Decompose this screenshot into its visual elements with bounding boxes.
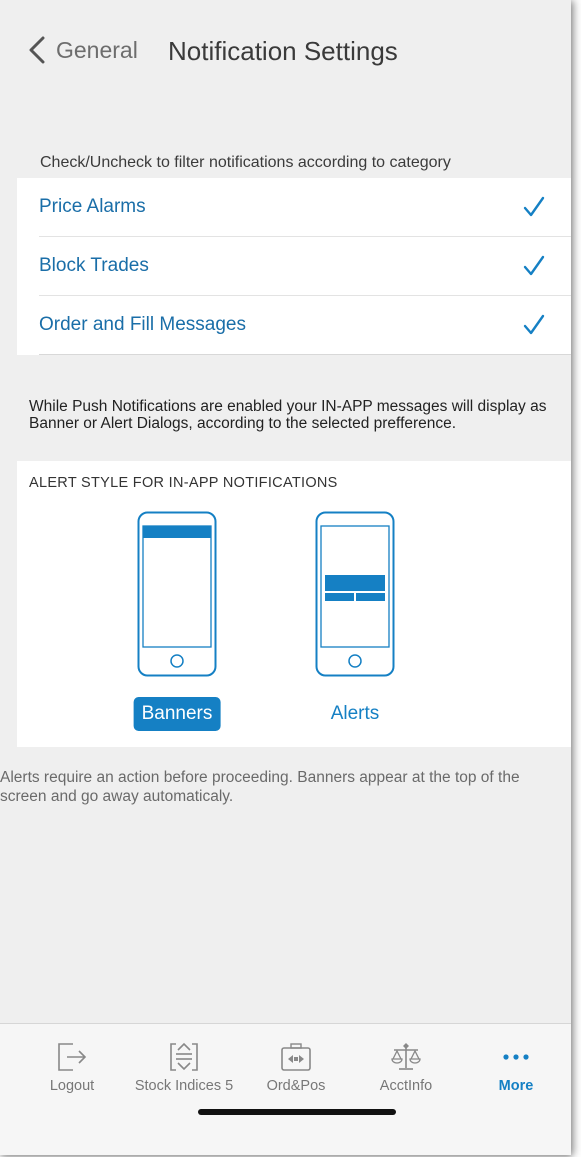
tab-label: More [498,1078,534,1094]
tab-ord-pos[interactable]: Ord&Pos [241,1024,351,1104]
category-label: Order and Fill Messages [39,314,246,335]
category-list: Price Alarms Block Trades Order and Fill… [17,178,571,355]
chevron-left-icon [29,36,45,64]
orders-positions-icon [281,1043,311,1071]
tab-bar: Logout Stock Indices 5 Ord&Pos AcctInfo … [0,1023,571,1155]
category-label: Price Alarms [39,196,146,217]
checkmark-icon [523,196,545,217]
banner-style-phone-icon [137,511,217,677]
tab-acct-info[interactable]: AcctInfo [351,1024,461,1104]
push-description: While Push Notifications are enabled you… [29,398,547,432]
back-button[interactable]: General [28,30,138,70]
category-row-price-alarms[interactable]: Price Alarms [39,178,571,237]
alert-style-heading: ALERT STYLE FOR IN-APP NOTIFICATIONS [29,475,338,491]
screen: General Notification Settings Check/Unch… [0,0,571,1155]
category-row-block-trades[interactable]: Block Trades [39,237,571,296]
banners-option[interactable]: Banners [107,511,247,731]
page-title: Notification Settings [168,36,398,66]
category-label: Block Trades [39,255,149,276]
tab-label: Stock Indices 5 [134,1078,234,1094]
navigation-bar: General Notification Settings [0,0,571,100]
alert-style-phone-icon [315,511,395,677]
alert-description: Alerts require an action before proceedi… [0,769,520,805]
tab-label: AcctInfo [379,1078,433,1094]
alert-style-section: ALERT STYLE FOR IN-APP NOTIFICATIONS Ban… [17,461,571,747]
alerts-label: Alerts [330,703,380,724]
back-label: General [56,36,138,63]
logout-icon [58,1043,87,1071]
tab-more[interactable]: More [461,1024,571,1104]
filter-hint: Check/Uncheck to filter notifications ac… [40,154,451,171]
tab-logout[interactable]: Logout [17,1024,127,1104]
tab-label: Logout [49,1078,95,1094]
category-row-order-fill[interactable]: Order and Fill Messages [39,296,571,355]
home-indicator[interactable] [198,1109,396,1115]
alerts-option[interactable]: Alerts [285,511,425,724]
account-info-icon [391,1043,421,1070]
checkmark-icon [523,314,545,335]
checkmark-icon [523,255,545,276]
tab-label: Ord&Pos [266,1078,326,1094]
banners-label: Banners [133,697,221,731]
stock-indices-icon [170,1042,198,1071]
more-icon [503,1054,529,1060]
tab-stock-indices[interactable]: Stock Indices 5 [129,1024,239,1104]
